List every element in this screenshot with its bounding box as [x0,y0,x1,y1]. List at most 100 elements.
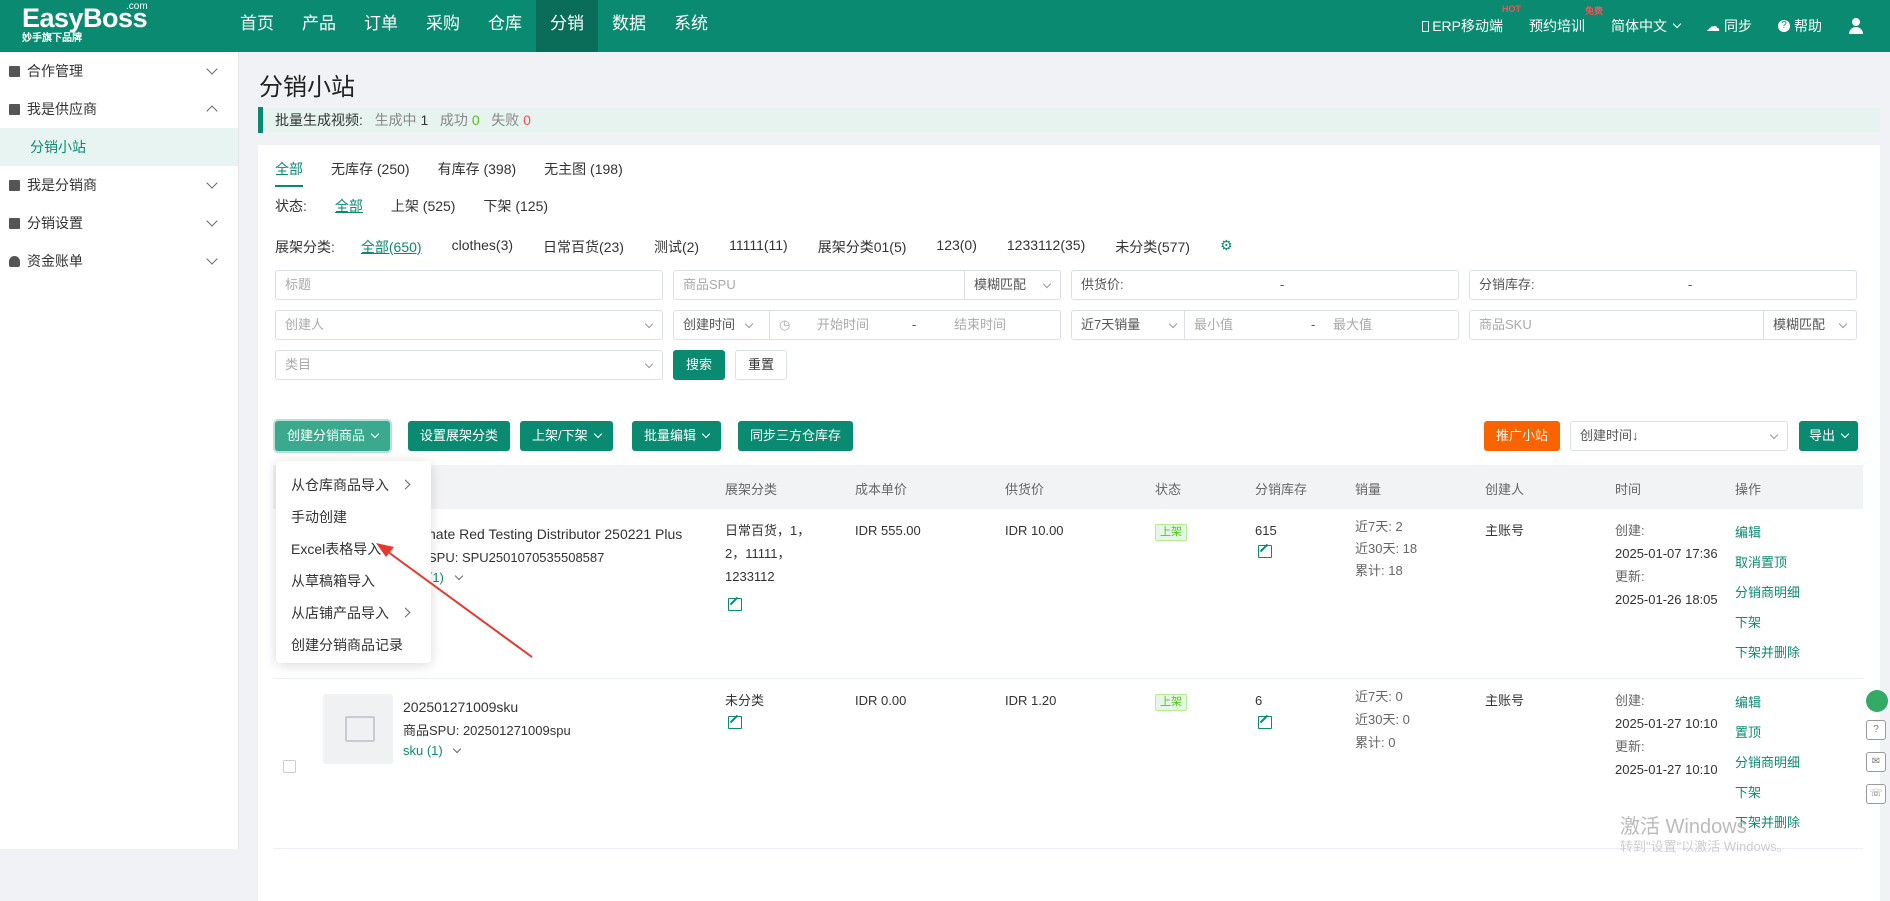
category-option[interactable]: 测试(2) [654,237,699,257]
category-option[interactable]: 1233112(35) [1007,237,1085,257]
edit-icon[interactable] [728,598,742,611]
created-time: 2025-01-07 17:36 [1615,546,1718,561]
sales-period-select[interactable]: 近7天销量 [1081,317,1140,332]
help-doc-icon[interactable]: ? [1866,720,1886,740]
language-select[interactable]: 简体中文 [1611,16,1682,36]
supply-price-range[interactable]: 供货价: - [1071,270,1459,300]
nav-data[interactable]: 数据 [598,0,660,52]
tab-no-image[interactable]: 无主图 (198) [544,159,623,187]
take-off-delete-link[interactable]: 下架并删除 [1735,641,1800,664]
edit-icon[interactable] [728,716,742,729]
pin-link[interactable]: 置顶 [1735,721,1761,744]
sales-total: 累计: 0 [1355,735,1396,750]
category-option[interactable]: 11111(11) [729,237,788,257]
spu-match-select[interactable]: 模糊匹配 [964,271,1060,299]
sidebar-item-distribution-station[interactable]: 分销小站 [0,128,238,166]
logo[interactable]: EasyBoss .com 妙手旗下品牌 [22,1,148,45]
create-dist-product-button[interactable]: 创建分销商品 [275,421,391,451]
sidebar-item-cooperation[interactable]: 合作管理 [0,52,238,90]
nav-home[interactable]: 首页 [226,0,288,52]
sku-match-select[interactable]: 模糊匹配 [1763,311,1856,339]
creator-select[interactable]: 创建人 [275,310,663,340]
created-label: 创建: [1615,523,1645,538]
distributor-detail-link[interactable]: 分销商明细 [1735,751,1800,774]
spu-input[interactable]: 商品SPU 模糊匹配 [673,270,1061,300]
training-link[interactable]: 预约培训 免费 [1529,6,1603,36]
sync-button[interactable]: ☁ 同步 [1706,16,1752,36]
phone-icon[interactable]: ☏ [1866,784,1886,804]
edit-link[interactable]: 编辑 [1735,521,1761,544]
create-label: 创建分销商品 [287,428,366,443]
category-option[interactable]: 展架分类01(5) [818,237,907,257]
category-option[interactable]: clothes(3) [452,237,513,257]
tab-all[interactable]: 全部 [275,159,303,187]
title-input[interactable]: 标题 [275,270,663,300]
mobile-icon [1422,20,1430,32]
set-category-button[interactable]: 设置展架分类 [408,421,511,451]
category-option[interactable]: 未分类(577) [1115,237,1190,257]
take-off-link[interactable]: 下架 [1735,781,1761,804]
sales-total: 累计: 18 [1355,563,1403,578]
nav-distribution[interactable]: 分销 [536,0,598,52]
nav-product[interactable]: 产品 [288,0,350,52]
sku-placeholder: 商品SKU [1479,317,1532,332]
row-checkbox[interactable] [283,760,296,773]
nav-order[interactable]: 订单 [350,0,412,52]
take-off-link[interactable]: 下架 [1735,611,1761,634]
category-option[interactable]: 全部(650) [361,237,422,257]
sku-input[interactable]: 商品SKU 模糊匹配 [1469,310,1857,340]
sort-select[interactable]: 创建时间↓ [1570,421,1788,451]
sidebar-item-label: 我是供应商 [27,101,97,117]
message-icon[interactable]: ✉ [1866,752,1886,772]
time-type-select[interactable]: 创建时间 [683,317,735,332]
sidebar-item-supplier[interactable]: 我是供应商 [0,90,238,128]
promote-button[interactable]: 推广小站 [1484,421,1561,451]
edit-link[interactable]: 编辑 [1735,691,1761,714]
export-button[interactable]: 导出 [1799,421,1859,451]
distributor-detail-link[interactable]: 分销商明细 [1735,581,1800,604]
table-header: 展架分类 成本单价 供货价 状态 分销库存 销量 创建人 时间 操作 [273,465,1863,509]
sku-toggle[interactable]: sku (1) [403,739,462,762]
search-button[interactable]: 搜索 [673,350,725,380]
dist-stock-range[interactable]: 分销库存: - [1469,270,1857,300]
sidebar-item-label: 资金账单 [27,253,83,269]
tab-in-stock[interactable]: 有库存 (398) [438,159,517,187]
row-price: IDR 10.00 [1005,523,1064,538]
category-option[interactable]: 123(0) [936,237,976,257]
sort-label: 创建时间↓ [1580,428,1639,443]
nav-system[interactable]: 系统 [660,0,722,52]
sidebar-item-funds[interactable]: 资金账单 [0,242,238,280]
sidebar-item-distributor[interactable]: 我是分销商 [0,166,238,204]
menu-manual-create[interactable]: 手动创建 [276,501,431,533]
date-range[interactable]: ◷ 开始时间 - 结束时间 [769,311,1060,339]
category-option[interactable]: 日常百货(23) [543,237,624,257]
edit-icon[interactable] [1258,545,1272,558]
unpin-link[interactable]: 取消置顶 [1735,551,1787,574]
erp-mobile-link[interactable]: ERP移动端 HOT [1422,4,1521,36]
fail-label: 失败 [491,112,520,128]
user-avatar[interactable] [1848,18,1864,34]
sales-range[interactable]: 近7天销量 最小值 - 最大值 [1071,310,1459,340]
sidebar-item-distribution-settings[interactable]: 分销设置 [0,204,238,242]
nav-warehouse[interactable]: 仓库 [474,0,536,52]
assistant-avatar[interactable] [1866,690,1888,712]
help-button[interactable]: ? 帮助 [1778,16,1822,36]
status-on[interactable]: 上架 (525) [391,196,456,216]
create-time-range[interactable]: 创建时间 ◷ 开始时间 - 结束时间 [673,310,1061,340]
status-off[interactable]: 下架 (125) [483,196,548,216]
chevron-down-icon [644,319,654,329]
sync-stock-button[interactable]: 同步三方仓库存 [738,421,854,451]
menu-import-warehouse[interactable]: 从仓库商品导入 [276,469,431,501]
status-all[interactable]: 全部 [335,196,363,216]
on-off-shelf-button[interactable]: 上架/下架 [520,421,613,451]
sales-min-max[interactable]: 最小值 - 最大值 [1184,311,1458,339]
category-select[interactable]: 类目 [275,350,663,380]
edit-icon[interactable] [1258,716,1272,729]
product-title[interactable]: 202501271009sku [403,696,518,719]
gear-icon[interactable]: ⚙ [1220,237,1233,257]
batch-edit-button[interactable]: 批量编辑 [632,421,722,451]
nav-purchase[interactable]: 采购 [412,0,474,52]
row-stock: 6 [1255,693,1263,708]
tab-no-stock[interactable]: 无库存 (250) [331,159,410,187]
reset-button[interactable]: 重置 [735,350,787,380]
